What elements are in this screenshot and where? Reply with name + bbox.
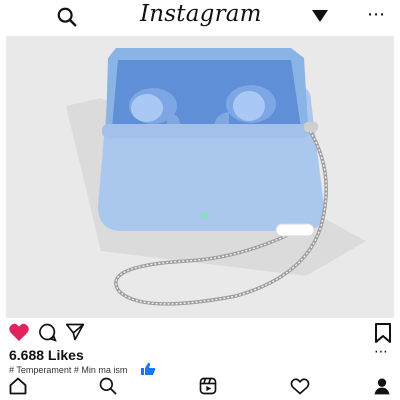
search-icon[interactable]: [56, 6, 78, 28]
like-heart-icon[interactable]: [8, 322, 30, 342]
dropdown-triangle-icon[interactable]: [311, 9, 329, 23]
top-bar: Instagram ⋯: [0, 0, 400, 34]
bottom-nav: [0, 372, 400, 400]
post-image[interactable]: [6, 36, 394, 318]
share-icon[interactable]: [64, 322, 86, 342]
profile-icon[interactable]: [372, 376, 392, 396]
post-actions: [0, 320, 400, 346]
likes-count[interactable]: 6.688 Likes: [9, 347, 84, 363]
comment-icon[interactable]: [37, 322, 57, 342]
search-icon[interactable]: [98, 376, 118, 396]
more-dots-icon[interactable]: ⋯: [367, 4, 386, 25]
save-bookmark-icon[interactable]: [374, 322, 392, 344]
post-more-dots-icon[interactable]: ⋯: [374, 343, 389, 360]
reels-icon[interactable]: [198, 376, 218, 396]
home-icon[interactable]: [8, 376, 28, 396]
activity-heart-icon[interactable]: [290, 376, 310, 396]
app-logo[interactable]: Instagram: [140, 1, 262, 27]
